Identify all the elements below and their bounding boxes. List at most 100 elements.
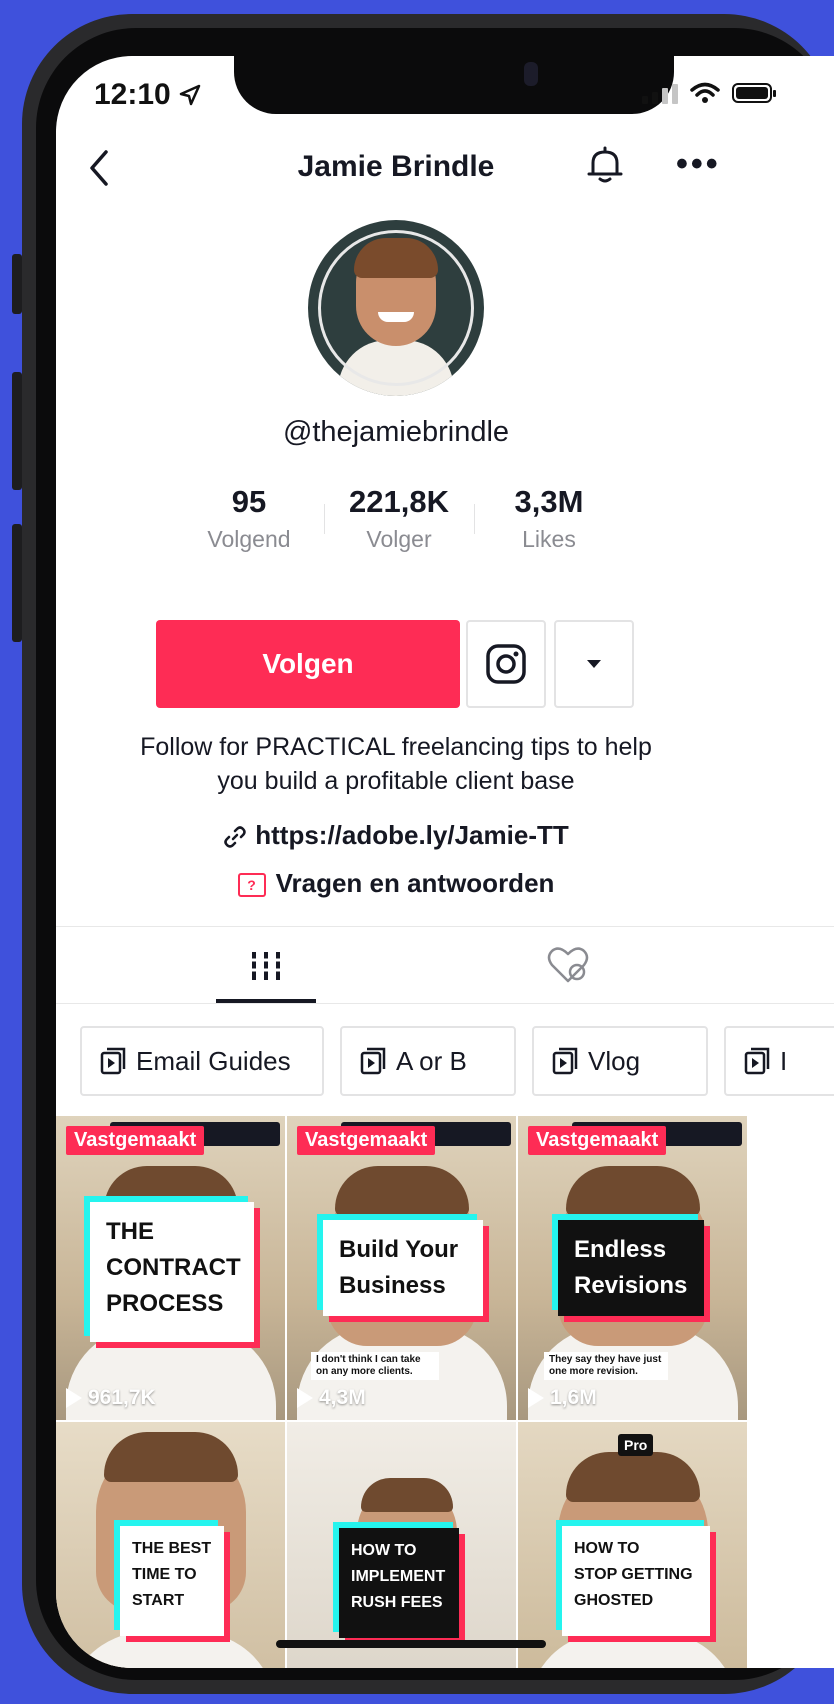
question-icon: ? — [237, 873, 266, 898]
active-tab-indicator — [216, 999, 316, 1003]
video-thumbnail[interactable]: HOW TO IMPLEMENT RUSH FEES — [287, 1422, 516, 1668]
pro-badge: Pro — [618, 1434, 654, 1456]
screen: 12:10 Jamie Brindle ••• @thejamiebrindle — [56, 56, 834, 1668]
front-camera — [524, 62, 538, 86]
video-caption: I don't think I can take on any more cli… — [311, 1352, 439, 1380]
title-line: GHOSTED — [574, 1592, 654, 1609]
stat-following[interactable]: 95 Volgend — [174, 484, 324, 553]
stat-value: 221,8K — [349, 484, 449, 519]
status-icons — [642, 82, 776, 104]
volume-down-button — [12, 524, 22, 642]
title-line: PROCESS — [106, 1290, 224, 1317]
video-title-card: HOW TO STOP GETTING GHOSTED — [562, 1526, 710, 1636]
playlist-icon — [744, 1047, 770, 1075]
follow-button[interactable]: Volgen — [156, 620, 460, 708]
title-line: HOW TO — [574, 1540, 640, 1557]
views-text: 1,6M — [550, 1386, 597, 1409]
playlist-chip[interactable]: I — [724, 1026, 834, 1096]
video-title-card: Build Your Business — [323, 1220, 483, 1316]
bell-icon[interactable] — [584, 144, 626, 186]
playlist-chip[interactable]: A or B — [340, 1026, 516, 1096]
grid-icon — [250, 952, 282, 980]
caret-down-icon — [587, 660, 601, 668]
video-thumbnail[interactable]: Vastgemaakt Build Your Business I don't … — [287, 1116, 516, 1420]
playlist-chip[interactable]: Vlog — [532, 1026, 708, 1096]
views-text: 961,7K — [88, 1386, 156, 1409]
instagram-icon — [486, 644, 526, 684]
bio-line: you build a profitable client base — [217, 767, 575, 795]
video-thumbnail[interactable]: Vastgemaakt Endless Revisions They say t… — [518, 1116, 747, 1420]
content-tabs — [56, 926, 834, 1004]
title-line: Revisions — [574, 1272, 688, 1299]
link-icon — [224, 826, 246, 848]
video-thumbnail[interactable]: THE BEST TIME TO START — [56, 1422, 285, 1668]
tab-liked[interactable] — [538, 937, 598, 993]
title-line: CONTRACT — [106, 1254, 241, 1281]
title-line: TIME TO — [132, 1566, 197, 1583]
pinned-badge: Vastgemaakt — [528, 1126, 667, 1155]
title-line: RUSH FEES — [351, 1594, 443, 1611]
profile-header: Jamie Brindle ••• — [56, 136, 834, 196]
view-count: 961,7K — [66, 1386, 156, 1410]
pinned-badge: Vastgemaakt — [297, 1126, 436, 1155]
hidden-heart-icon — [547, 947, 589, 983]
link-text: https://adobe.ly/Jamie-TT — [255, 820, 569, 850]
playlist-icon — [360, 1047, 386, 1075]
home-indicator[interactable] — [276, 1640, 546, 1648]
instagram-button[interactable] — [466, 620, 546, 708]
battery-icon — [732, 83, 776, 103]
playlist-label: Vlog — [588, 1045, 641, 1076]
title-line: HOW TO — [351, 1542, 417, 1559]
playlist-icon — [552, 1047, 578, 1075]
title-line: Business — [339, 1272, 446, 1299]
playlist-row: Email Guides A or B Vlog I — [80, 1026, 834, 1096]
video-title-card: HOW TO IMPLEMENT RUSH FEES — [339, 1528, 459, 1638]
stat-likes[interactable]: 3,3M Likes — [474, 484, 624, 553]
bio: Follow for PRACTICAL freelancing tips to… — [116, 730, 676, 798]
playlist-label: A or B — [396, 1045, 467, 1076]
video-title-card: THE CONTRACT PROCESS — [90, 1202, 254, 1342]
bio-line: Follow for PRACTICAL freelancing tips to… — [140, 733, 652, 761]
stat-value: 3,3M — [514, 484, 584, 519]
video-grid: Vastgemaakt THE CONTRACT PROCESS 961,7K … — [56, 1116, 834, 1668]
stat-label: Volger — [366, 526, 432, 552]
suggested-accounts-dropdown[interactable] — [554, 620, 634, 708]
stat-label: Likes — [522, 526, 576, 552]
view-count: 4,3M — [297, 1386, 366, 1410]
profile-stats: 95 Volgend 221,8K Volger 3,3M Likes — [174, 484, 624, 553]
notch — [234, 56, 674, 114]
playlist-label: Email Guides — [136, 1045, 291, 1076]
qa-label: Vragen en antwoorden — [275, 868, 555, 898]
title-line: STOP GETTING — [574, 1566, 693, 1583]
page-title: Jamie Brindle — [297, 150, 495, 183]
status-time: 12:10 — [94, 78, 201, 112]
playlist-chip[interactable]: Email Guides — [80, 1026, 324, 1096]
title-line: THE BEST — [132, 1540, 212, 1557]
location-arrow-icon — [179, 84, 200, 106]
tab-videos[interactable] — [216, 931, 316, 1001]
video-title-card: Endless Revisions — [558, 1220, 704, 1316]
video-thumbnail[interactable]: Vastgemaakt THE CONTRACT PROCESS 961,7K — [56, 1116, 285, 1420]
volume-up-button — [12, 372, 22, 490]
video-thumbnail[interactable]: Pro HOW TO STOP GETTING GHOSTED — [518, 1422, 747, 1668]
video-title-card: THE BEST TIME TO START — [120, 1526, 224, 1636]
title-line: IMPLEMENT — [351, 1568, 446, 1585]
title-line: START — [132, 1592, 185, 1609]
profile-link[interactable]: https://adobe.ly/Jamie-TT — [56, 820, 736, 851]
video-caption: They say they have just one more revisio… — [544, 1352, 668, 1380]
views-text: 4,3M — [319, 1386, 366, 1409]
more-options-icon[interactable]: ••• — [676, 147, 721, 181]
qa-link[interactable]: ? Vragen en antwoorden — [56, 868, 736, 899]
username: @thejamiebrindle — [282, 416, 510, 448]
playlist-icon — [100, 1047, 126, 1075]
title-line: THE — [106, 1218, 154, 1245]
view-count: 1,6M — [528, 1386, 597, 1410]
avatar[interactable] — [308, 220, 484, 396]
title-line: Endless — [574, 1236, 667, 1263]
wifi-icon — [690, 82, 720, 103]
stat-followers[interactable]: 221,8K Volger — [324, 484, 474, 553]
clock: 12:10 — [94, 78, 171, 111]
silent-switch — [12, 254, 22, 314]
play-icon — [66, 1388, 82, 1408]
stat-value: 95 — [231, 484, 267, 519]
